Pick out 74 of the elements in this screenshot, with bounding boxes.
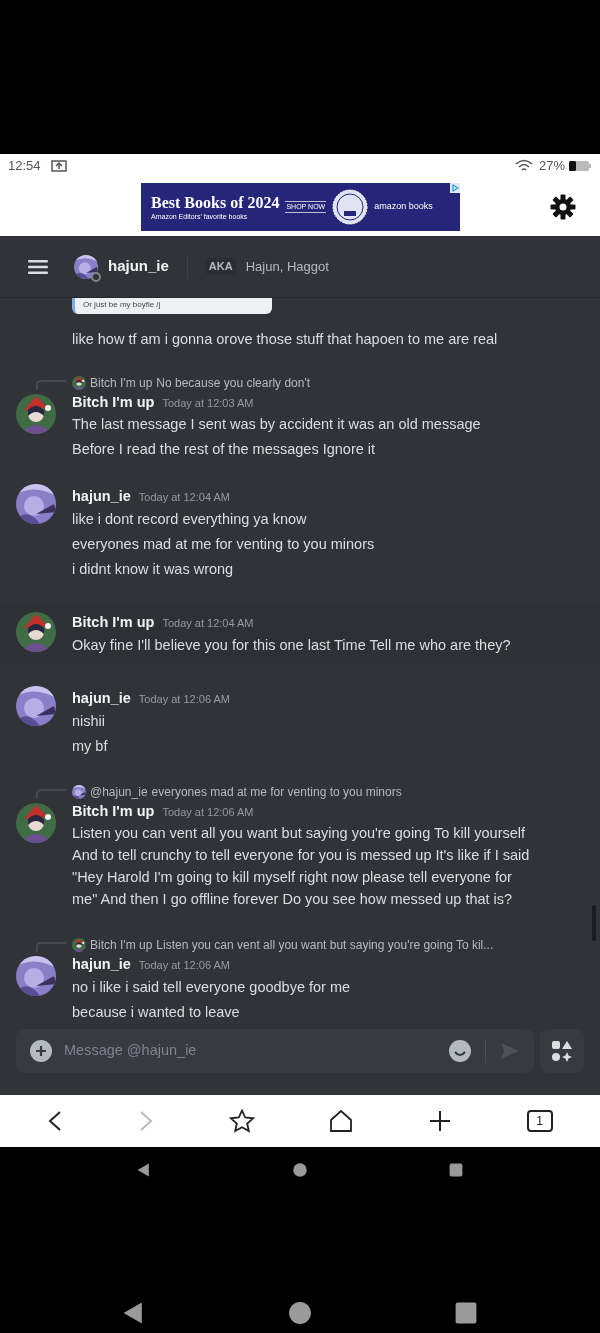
reply-text: everyones mad at me for venting to you minors: [151, 783, 402, 801]
tab-count-button[interactable]: 1: [526, 1110, 553, 1132]
reply-text: Listen you can vent all you want but saying you're going To kil...: [156, 937, 494, 955]
message-text: no i like i said tell everyone goodbye for me: [72, 978, 352, 997]
reply-avatar: [72, 375, 86, 390]
message-time: Today at 12:04 AM: [138, 490, 230, 506]
settings-icon[interactable]: [550, 194, 576, 220]
status-time: 12:54: [8, 157, 41, 176]
avatar: [16, 685, 56, 726]
message-time: Today at 12:06 AM: [138, 958, 230, 974]
apps-icon: [551, 1040, 573, 1062]
reply-author: Bitch I'm up: [90, 374, 153, 392]
message-text: like how tf am i gonna orove those stuff that hapoen to me are real: [72, 329, 499, 349]
recents-icon[interactable]: [453, 1300, 479, 1326]
avatar: [74, 254, 98, 279]
message-author: hajun_ie: [72, 487, 131, 507]
message-author: Bitch I'm up: [72, 801, 155, 821]
message-author: Bitch I'm up: [72, 392, 155, 412]
reply-avatar: [72, 784, 86, 799]
reply-avatar: [72, 938, 86, 953]
apps-button[interactable]: [540, 1029, 584, 1073]
message-text: Listen you can vent all you want but saying you're going To kill yourself And to tell crunchy to tell everyone for you is messed up It's like if I said "Hey Harold I'm going to kill myself right now please tell everyone for me" And then I go offline forever Do you see how messed up that is?: [72, 824, 531, 910]
home-icon[interactable]: [287, 1300, 313, 1326]
message-time: Today at 12:06 AM: [138, 691, 230, 707]
message-time: Today at 12:06 AM: [162, 804, 254, 820]
ad-brand: amazon books: [374, 200, 433, 214]
reply-author: @hajun_ie: [90, 783, 148, 801]
back-icon[interactable]: [136, 1162, 152, 1178]
quoted-image-text: Or just be my boyfie /j: [72, 298, 272, 314]
battery-icon: [568, 160, 592, 172]
wifi-icon: [514, 159, 533, 173]
avatar: [16, 956, 56, 997]
screen-share-icon: [50, 160, 67, 172]
bookmark-star-icon[interactable]: [228, 1109, 255, 1133]
message-author: hajun_ie: [72, 688, 131, 708]
avatar: [16, 484, 56, 525]
message-text: everyones mad at me for venting to you minors: [72, 535, 376, 554]
offline-status-icon: [91, 271, 101, 282]
message-text: The last message I sent was by accident it was an old message: [72, 415, 482, 435]
message-text: because i wanted to leave: [72, 1003, 241, 1022]
aka-label: AKA: [205, 258, 236, 275]
home-icon[interactable]: [329, 1109, 354, 1133]
message-author: Bitch I'm up: [72, 613, 155, 632]
new-tab-icon[interactable]: [427, 1109, 452, 1133]
message-text: Okay fine I'll believe you for this one last Time Tell me who are they?: [72, 635, 512, 655]
avatar: [16, 612, 56, 652]
message-text: Before I read the rest of the messages Ignore it: [72, 440, 377, 460]
emoji-icon[interactable]: [449, 1040, 471, 1062]
home-icon[interactable]: [292, 1162, 308, 1178]
message-author: hajun_ie: [72, 955, 131, 975]
menu-icon[interactable]: [28, 258, 48, 275]
reply-connector: [36, 942, 66, 953]
award-seal-icon: [332, 189, 369, 225]
message-time: Today at 12:04 AM: [162, 616, 254, 631]
message-text: my bf: [72, 736, 109, 756]
recents-icon[interactable]: [448, 1162, 464, 1178]
reply-connector: [36, 788, 66, 799]
avatar: [16, 802, 56, 843]
message-field[interactable]: Message @hajun_ie: [16, 1029, 534, 1073]
message-time: Today at 12:03 AM: [162, 395, 254, 411]
ad-choices-icon: [450, 183, 460, 193]
message-input[interactable]: Message @hajun_ie: [64, 1040, 449, 1062]
message-text: i didnt know it was wrong: [72, 560, 235, 579]
battery-percent: 27%: [538, 157, 565, 176]
header-username: hajun_ie: [108, 256, 169, 277]
message-text: like i dont record everything ya know: [72, 510, 308, 529]
avatar: [16, 393, 56, 434]
add-icon[interactable]: [30, 1040, 52, 1062]
reply-connector: [36, 379, 66, 390]
reply-text: No because you clearly don't: [156, 374, 311, 392]
message-text: nishii: [72, 711, 107, 731]
reply-author: Bitch I'm up: [90, 937, 153, 955]
aka-names: Hajun, Haggot: [245, 257, 329, 276]
ad-headline: Best Books of 2024: [151, 193, 280, 212]
